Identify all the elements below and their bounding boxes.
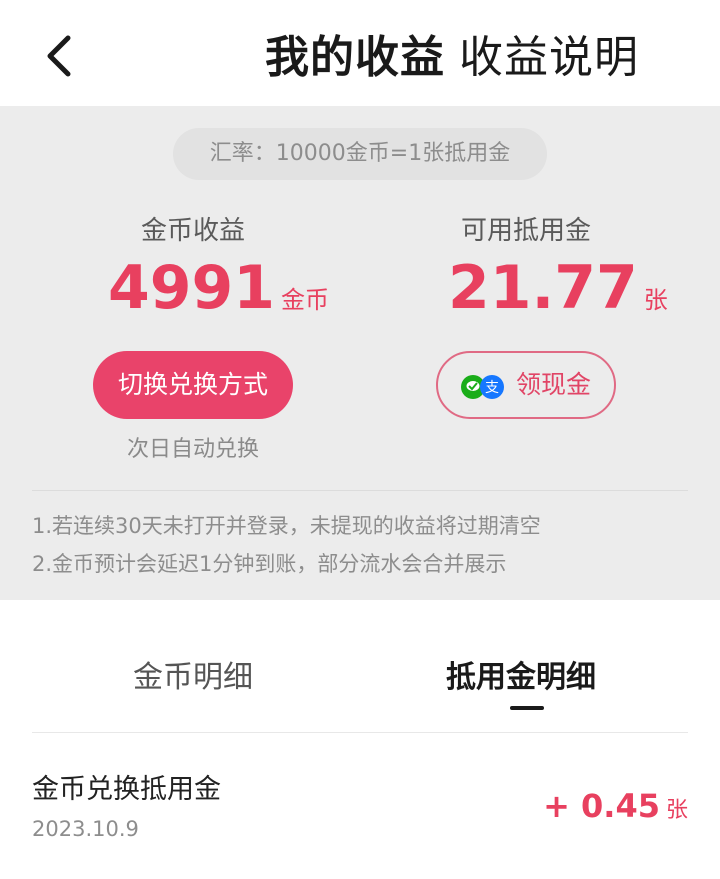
voucher-available-label: 可用抵用金 xyxy=(460,216,591,246)
record-amount-value: + 0.45 xyxy=(543,787,660,825)
record-amount-unit: 张 xyxy=(665,798,688,823)
voucher-unit: 张 xyxy=(643,286,668,314)
voucher-value: 21.77 xyxy=(448,253,638,323)
earnings-explain-link[interactable]: 收益说明 xyxy=(459,28,639,88)
divider xyxy=(32,490,688,491)
record-title: 金币兑换抵用金 xyxy=(32,774,221,805)
withdraw-cash-button[interactable]: 支 领现金 xyxy=(436,351,616,419)
active-tab-indicator xyxy=(510,706,544,710)
alipay-icon: 支 xyxy=(480,375,504,399)
switch-exchange-method-button[interactable]: 切换兑换方式 xyxy=(93,351,293,419)
page-title: 我的收益 xyxy=(265,32,445,83)
tab-coin-details[interactable]: 金币明细 xyxy=(133,652,253,696)
coin-earnings-label: 金币收益 xyxy=(140,216,245,246)
list-item: 金币兑换抵用金 2023.10.9 + 0.45 张 xyxy=(0,733,720,879)
chevron-left-icon[interactable] xyxy=(38,30,84,82)
coin-unit: 金币 xyxy=(281,286,329,314)
voucher-available-value: 21.77 张 xyxy=(448,256,668,332)
record-date: 2023.10.9 xyxy=(32,817,139,841)
notice-delay: 2.金币预计会延迟1分钟到账，部分流水会合并展示 xyxy=(32,552,507,576)
exchange-rate-pill: 汇率：10000金币=1张抵用金 xyxy=(173,128,547,180)
coin-earnings-value: 4991 金币 xyxy=(108,256,329,332)
earnings-summary: 汇率：10000金币=1张抵用金 金币收益 可用抵用金 4991 金币 21.77… xyxy=(0,106,720,600)
detail-tabs: 金币明细 抵用金明细 xyxy=(0,620,720,735)
header: 我的收益 收益说明 xyxy=(0,0,720,106)
auto-exchange-note: 次日自动兑换 xyxy=(126,437,259,462)
tab-voucher-details[interactable]: 抵用金明细 xyxy=(446,652,596,696)
coin-value: 4991 xyxy=(108,253,275,323)
record-amount: + 0.45 张 xyxy=(543,787,688,825)
withdraw-cash-label: 领现金 xyxy=(516,370,592,399)
svg-text:支: 支 xyxy=(485,380,499,396)
payment-icons: 支 xyxy=(461,375,504,399)
notice-expiry: 1.若连续30天未打开并登录，未提现的收益将过期清空 xyxy=(32,514,541,538)
